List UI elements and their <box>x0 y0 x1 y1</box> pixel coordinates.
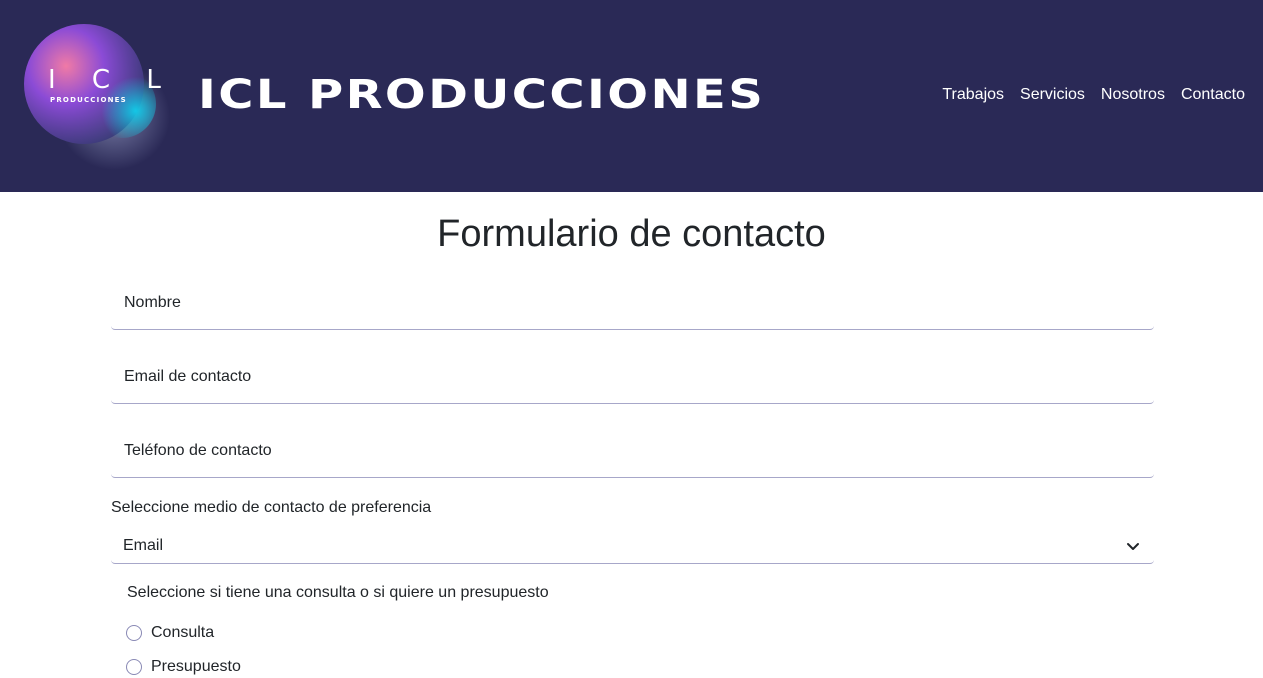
contact-method-label: Seleccione medio de contacto de preferen… <box>111 499 432 516</box>
name-field-placeholder: Nombre <box>124 294 181 311</box>
phone-field[interactable]: Teléfono de contacto <box>111 420 1154 478</box>
site-header: I C L PRODUCCIONES ICL PRODUCCIONES Trab… <box>0 0 1263 192</box>
contact-method-value: Email <box>123 537 164 554</box>
request-type-label: Seleccione si tiene una consulta o si qu… <box>127 584 549 601</box>
form-title: Formulario de contacto <box>437 213 826 255</box>
nav-item-contacto[interactable]: Contacto <box>1181 84 1245 106</box>
radio-button-presupuesto[interactable] <box>126 659 142 675</box>
phone-field-placeholder: Teléfono de contacto <box>124 442 272 459</box>
chevron-down-icon <box>1127 543 1139 550</box>
name-field[interactable]: Nombre <box>111 272 1154 330</box>
radio-button-consulta[interactable] <box>126 625 142 641</box>
main-nav: Trabajos Servicios Nosotros Contacto <box>942 84 1245 106</box>
radio-option-consulta[interactable]: Consulta <box>126 622 214 644</box>
logo-sub-text: PRODUCCIONES <box>50 96 127 104</box>
nav-item-trabajos[interactable]: Trabajos <box>942 84 1004 106</box>
contact-method-select[interactable]: Email <box>111 530 1154 564</box>
logo-top-text: I C L <box>48 65 170 95</box>
email-field[interactable]: Email de contacto <box>111 346 1154 404</box>
radio-option-presupuesto[interactable]: Presupuesto <box>126 656 241 678</box>
email-field-placeholder: Email de contacto <box>124 368 252 385</box>
radio-label-presupuesto: Presupuesto <box>151 658 241 675</box>
radio-label-consulta: Consulta <box>151 624 215 641</box>
nav-item-nosotros[interactable]: Nosotros <box>1101 84 1165 106</box>
logo-blob-icon: I C L PRODUCCIONES <box>24 24 170 170</box>
brand-title[interactable]: ICL PRODUCCIONES <box>198 72 765 118</box>
nav-item-servicios[interactable]: Servicios <box>1020 84 1085 106</box>
icl-logo[interactable]: I C L PRODUCCIONES <box>22 18 170 170</box>
